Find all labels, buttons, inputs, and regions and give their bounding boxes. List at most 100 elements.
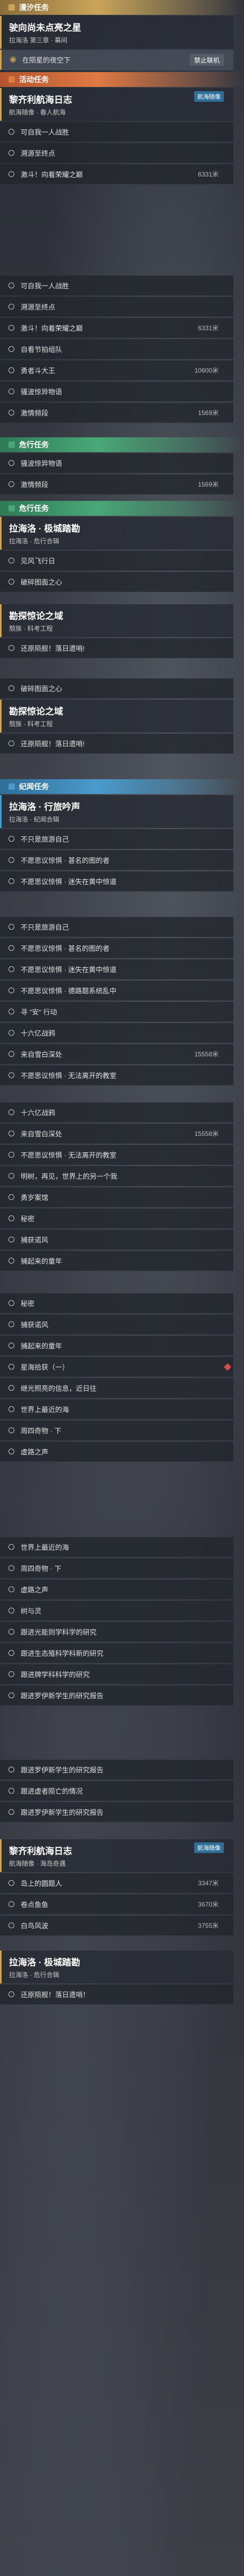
quest-step[interactable]: 跟进牌学科科学的研究	[0, 1664, 233, 1684]
quest-step[interactable]: 虚路之声	[0, 1580, 233, 1600]
quest-step[interactable]: 世界上最近的海	[0, 1537, 233, 1557]
quest-step[interactable]: 见风飞行日	[0, 551, 233, 571]
quest-step[interactable]: 十六亿战鸦	[0, 1102, 233, 1123]
quest-step[interactable]: 来自雪白深处 15558米	[0, 1124, 233, 1144]
step-label: 可自我一人战胜	[21, 282, 69, 290]
quest-step[interactable]: 十六亿战鸦	[0, 1023, 233, 1043]
quest-card[interactable]: 黎齐利航海日志 航海随像 · 海岛奇遇 航海随像	[0, 1839, 233, 1872]
step-label: 勇岁案馆	[21, 1194, 49, 1202]
quest-step[interactable]: 破碎图面之心	[0, 678, 233, 699]
quest-step[interactable]: 还原陨舰！落日遗哨！	[0, 1984, 233, 2005]
quest-subtitle: 航海随像 · 海岛奇遇	[9, 1860, 66, 1867]
quest-card[interactable]: 拉海洛 · 极城踏勘 拉海洛 · 危行合辑	[0, 1951, 233, 1983]
quest-step[interactable]: 溯源至终点	[0, 297, 233, 317]
step-label: 激情频段	[21, 481, 49, 489]
step-label: 寻 "安" 行动	[21, 1008, 57, 1016]
quest-step[interactable]: 捕起来的童年	[0, 1336, 233, 1356]
quest-step[interactable]: 明树，再见，世界上的另一个我	[0, 1166, 233, 1186]
section-header-event: 活动任务	[0, 72, 244, 87]
quest-step[interactable]: 跟进光能则学科学的研究	[0, 1622, 233, 1642]
step-label: 破碎图面之心	[21, 578, 63, 586]
step-label: 激斗！向着荣耀之巅	[21, 324, 83, 332]
map-pin-icon[interactable]	[223, 1363, 232, 1371]
quest-step[interactable]: 捕起来的童年	[0, 1251, 233, 1271]
quest-subtitle: 拉海洛 · 危行合辑	[9, 1971, 59, 1979]
quest-step[interactable]: 白鸟风波 3755米	[0, 1916, 233, 1936]
step-label: 明树，再见，世界上的另一个我	[21, 1172, 118, 1180]
step-label: 不只是旅游自己	[21, 835, 69, 843]
step-label: 继光照亮的信息，近日往	[21, 1384, 97, 1392]
quest-step[interactable]: 不愿思议惊惧 · 无法离开的教室	[0, 1145, 233, 1165]
step-label: 跟进生态殖科学科新的研究	[21, 1649, 104, 1657]
quest-step[interactable]: 还原陨舰！落日遗哨!	[0, 638, 233, 658]
step-label: 跟进牌学科科学的研究	[21, 1671, 90, 1679]
quest-step[interactable]: 勇岁案馆	[0, 1187, 233, 1207]
quest-step[interactable]: 世界上最近的海	[0, 1399, 233, 1419]
step-label: 十六亿战鸦	[21, 1109, 56, 1117]
quest-step[interactable]: 虚路之声	[0, 1442, 233, 1462]
section-title: 漫汐任务	[19, 3, 49, 12]
quest-step[interactable]: 在陨星的夜空下 禁止联机	[0, 50, 233, 70]
nav-badge[interactable]: 航海随像	[194, 1842, 224, 1853]
quest-step[interactable]: 周四奇物 · 下	[0, 1421, 233, 1441]
quest-step[interactable]: 周四奇物 · 下	[0, 1558, 233, 1578]
coop-lock-button[interactable]: 禁止联机	[189, 54, 224, 66]
quest-step[interactable]: 不愿思议惊惧 · 甚名的图的者	[0, 850, 233, 870]
distance: 3347米	[198, 1880, 219, 1887]
quest-step[interactable]: 骚波惊异物语	[0, 382, 233, 402]
quest-step[interactable]: 捕获诺风	[0, 1315, 233, 1335]
quest-step[interactable]: 跟进罗伊新学生的研究报告	[0, 1802, 233, 1822]
quest-step[interactable]: 星海拾获（一）	[0, 1357, 233, 1377]
distance: 15558米	[194, 1130, 219, 1137]
step-icon	[8, 129, 14, 135]
quest-step[interactable]: 不愿思议惊惧 · 无法离开的教室	[0, 1065, 233, 1086]
step-label: 不愿思议惊惧 · 德路题系统乱中	[21, 987, 117, 995]
quest-step[interactable]: 激情频段 1569米	[0, 474, 233, 495]
quest-step[interactable]: 不愿思议惊惧 · 甚名的图的者	[0, 938, 233, 958]
quest-step[interactable]: 树与灵	[0, 1601, 233, 1621]
quest-card[interactable]: 驶向尚未点亮之星 拉海洛 第三章 · 幕间	[0, 16, 233, 49]
quest-step[interactable]: 勇者斗大王 10600米	[0, 360, 233, 381]
quest-step[interactable]: 还原陨舰！落日遗哨!	[0, 734, 233, 754]
quest-card[interactable]: 勘探惊论之域 颓族 · 科考工程	[0, 604, 233, 637]
step-label: 虚路之声	[21, 1586, 49, 1594]
step-label: 在陨星的夜空下	[22, 56, 71, 64]
quest-step[interactable]: 跟进虚者陨亡的情况	[0, 1781, 233, 1801]
quest-step[interactable]: 溯源至终点	[0, 143, 233, 163]
quest-step[interactable]: 卷点鱼鱼 3670米	[0, 1894, 233, 1915]
quest-step[interactable]: 激情频段 1569米	[0, 403, 233, 423]
quest-step[interactable]: 跟进罗伊新学生的研究报告	[0, 1686, 233, 1706]
quest-step[interactable]: 破碎图面之心	[0, 572, 233, 592]
quest-step[interactable]: 可自我一人战胜	[0, 276, 233, 296]
quest-step[interactable]: 骚波惊异物语	[0, 453, 233, 473]
quest-step[interactable]: 激斗！向着荣耀之巅 6331米	[0, 164, 233, 184]
quest-card[interactable]: 拉海洛 · 行旅吟声 拉海洛 · 纪闻合辑	[0, 795, 233, 828]
quest-step[interactable]: 继光照亮的信息，近日往	[0, 1378, 233, 1398]
quest-step[interactable]: 跟进罗伊新学生的研究报告	[0, 1760, 233, 1780]
nav-badge[interactable]: 航海随像	[194, 91, 224, 102]
quest-step[interactable]: 不只是旅游自己	[0, 829, 233, 849]
quest-step[interactable]: 捕获诺风	[0, 1230, 233, 1250]
quest-step[interactable]: 不只是旅游自己	[0, 917, 233, 937]
quest-step[interactable]: 秘密	[0, 1208, 233, 1229]
quest-step[interactable]: 激斗！向着荣耀之巅 6331米	[0, 318, 233, 338]
quest-step[interactable]: 跟进生态殖科学科新的研究	[0, 1643, 233, 1663]
quest-step[interactable]: 不愿思议惊惧 · 迷失在黄中惊道	[0, 959, 233, 980]
quest-step[interactable]: 不愿思议惊惧 · 迷失在黄中惊道	[0, 871, 233, 892]
quest-step[interactable]: 不愿思议惊惧 · 德路题系统乱中	[0, 981, 233, 1001]
quest-subtitle: 拉海洛 · 危行合辑	[9, 537, 59, 545]
step-label: 破碎图面之心	[21, 685, 63, 693]
step-label: 捕获诺风	[21, 1236, 49, 1244]
quest-step[interactable]: 寻 "安" 行动	[0, 1002, 233, 1022]
quest-step[interactable]: 可自我一人战胜	[0, 122, 233, 142]
quest-step[interactable]: 秘密	[0, 1293, 233, 1313]
step-label: 虚路之声	[21, 1448, 49, 1456]
quest-step[interactable]: 来自雪白深处 15558米	[0, 1044, 233, 1064]
quest-step[interactable]: 岛上的圆题人 3347米	[0, 1873, 233, 1893]
quest-card[interactable]: 拉海洛 · 极城踏勘 拉海洛 · 危行合辑	[0, 517, 233, 550]
quest-card[interactable]: 黎齐利航海日志 航海随像 · 春人航海 航海随像	[0, 88, 233, 121]
quest-card[interactable]: 勘探惊论之域 颓族 · 科考工程	[0, 700, 233, 733]
step-label: 不愿思议惊惧 · 无法离开的教室	[21, 1151, 117, 1159]
quest-title: 黎齐利航海日志	[9, 1846, 72, 1856]
quest-step[interactable]: 自看节拍组队	[0, 339, 233, 359]
